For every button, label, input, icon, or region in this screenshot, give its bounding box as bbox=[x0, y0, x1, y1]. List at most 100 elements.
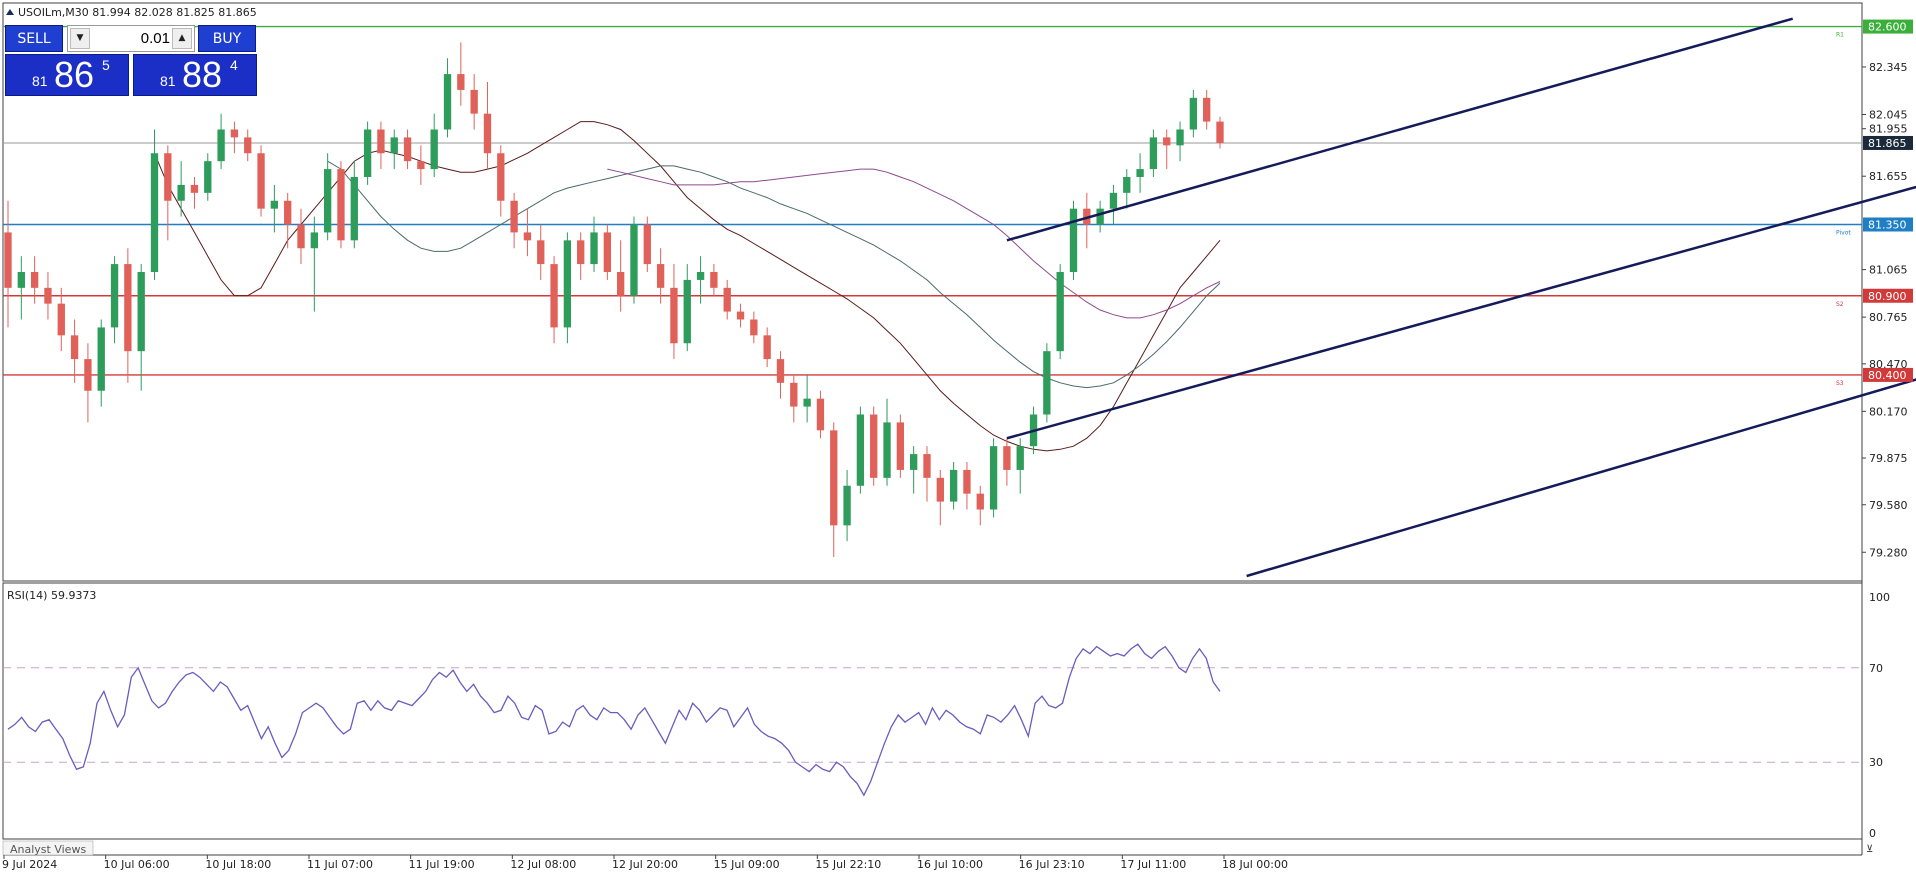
candle-body bbox=[417, 161, 425, 170]
candle-body bbox=[750, 319, 758, 336]
candle-body bbox=[1016, 446, 1024, 470]
candle-body bbox=[590, 232, 598, 265]
time-tick-label: 11 Jul 19:00 bbox=[409, 858, 475, 871]
time-tick-label: 10 Jul 06:00 bbox=[104, 858, 170, 871]
candle-body bbox=[257, 153, 265, 209]
ask-price-sup: 4 bbox=[230, 57, 238, 73]
candle-body bbox=[403, 137, 412, 162]
price-tick-label: 82.345 bbox=[1869, 61, 1908, 74]
candle-body bbox=[1056, 272, 1064, 352]
candle-body bbox=[976, 493, 984, 510]
candle-body bbox=[790, 382, 798, 407]
bid-price-box[interactable]: 81 86 5 bbox=[5, 54, 129, 96]
time-tick-label: 15 Jul 22:10 bbox=[815, 858, 881, 871]
price-tick-label: 81.065 bbox=[1869, 264, 1908, 277]
candle-body bbox=[150, 153, 159, 272]
candle-body bbox=[616, 272, 625, 296]
candle-body bbox=[483, 113, 492, 154]
current-price-label: 81.865 bbox=[1868, 137, 1907, 150]
candle-body bbox=[710, 272, 718, 288]
candle-body bbox=[537, 240, 545, 265]
buy-button[interactable]: BUY bbox=[198, 25, 256, 52]
candle-body bbox=[803, 398, 811, 407]
candle-body bbox=[870, 414, 878, 478]
candle-body bbox=[350, 177, 358, 241]
main-pane-frame bbox=[2, 2, 1863, 582]
candle-body bbox=[1096, 208, 1104, 225]
candle-body bbox=[1176, 129, 1184, 146]
candle-body bbox=[217, 129, 225, 162]
candle-body bbox=[457, 74, 465, 90]
level-tag: R1 bbox=[1836, 32, 1844, 39]
rsi-line bbox=[7, 643, 1221, 797]
chart[interactable]: 82.345 82.045 81.955 81.655 81.065 80.765 80.4… bbox=[0, 0, 1916, 874]
candle-body bbox=[763, 335, 771, 360]
time-tick-label: 12 Jul 20:00 bbox=[612, 858, 678, 871]
candle-body bbox=[470, 89, 478, 114]
level-tag: S3 bbox=[1836, 380, 1844, 387]
candle-body bbox=[949, 469, 958, 502]
time-tick-label: 15 Jul 09:00 bbox=[714, 858, 780, 871]
candle-body bbox=[70, 335, 79, 360]
price-tick-label: 81.655 bbox=[1869, 170, 1908, 183]
candle-body bbox=[696, 272, 705, 280]
lot-decrease-icon[interactable]: ▼ bbox=[70, 28, 90, 49]
candle-body bbox=[989, 446, 998, 510]
level-tag: S2 bbox=[1836, 301, 1844, 308]
candle-body bbox=[284, 200, 292, 225]
candle-body bbox=[443, 74, 452, 130]
time-tick-label: 17 Jul 11:00 bbox=[1120, 858, 1186, 871]
time-tick-label: 11 Jul 07:00 bbox=[307, 858, 373, 871]
candle-body bbox=[1069, 208, 1078, 272]
candle-body bbox=[723, 287, 731, 312]
price-tick-label: 80.170 bbox=[1869, 405, 1908, 418]
candle-body bbox=[630, 224, 638, 296]
candle-body bbox=[230, 129, 239, 138]
symbol-triangle-icon bbox=[6, 9, 14, 15]
candle-body bbox=[177, 184, 185, 201]
candle-body bbox=[244, 137, 252, 154]
bid-price-sup: 5 bbox=[102, 57, 110, 73]
price-tick-label: 82.045 bbox=[1869, 108, 1908, 121]
moving-average-1 bbox=[327, 160, 1221, 389]
lot-increase-icon[interactable]: ▲ bbox=[172, 28, 192, 49]
price-tick-label: 80.765 bbox=[1869, 311, 1908, 324]
candle-body bbox=[297, 224, 305, 249]
candle-body bbox=[830, 430, 838, 526]
candle-body bbox=[1203, 97, 1211, 122]
ask-price-big: 88 bbox=[182, 54, 223, 95]
candle-body bbox=[910, 454, 918, 470]
time-tick-label: 16 Jul 23:10 bbox=[1019, 858, 1085, 871]
candle-body bbox=[1123, 177, 1131, 193]
candle-body bbox=[1163, 137, 1171, 146]
candle-body bbox=[137, 272, 145, 352]
candle-body bbox=[670, 287, 678, 344]
candle-body bbox=[390, 137, 398, 154]
one-click-trading-panel: SELL ▼ ▲ BUY 81 86 5 81 88 4 bbox=[5, 25, 258, 96]
candle-body bbox=[323, 169, 332, 233]
candle-body bbox=[577, 240, 585, 265]
candle-body bbox=[936, 477, 944, 502]
candle-body bbox=[563, 240, 572, 328]
scroll-end-icon[interactable]: ⊻ bbox=[1866, 844, 1873, 855]
candle-body bbox=[550, 264, 558, 328]
level-price-label: 82.600 bbox=[1868, 21, 1907, 34]
lot-size-input[interactable] bbox=[92, 28, 170, 49]
ask-price-box[interactable]: 81 88 4 bbox=[133, 54, 257, 96]
time-tick-label: 12 Jul 08:00 bbox=[510, 858, 576, 871]
candle-body bbox=[1043, 351, 1051, 415]
candle-body bbox=[1149, 137, 1158, 170]
candle-body bbox=[1136, 169, 1144, 177]
price-tick-label: 81.955 bbox=[1869, 123, 1908, 136]
candle-body bbox=[270, 200, 279, 209]
rsi-axis-label: 30 bbox=[1869, 756, 1883, 769]
candle-body bbox=[603, 232, 612, 272]
channel-line-0[interactable] bbox=[1006, 17, 1794, 242]
candle-body bbox=[97, 327, 105, 391]
candle-body bbox=[1109, 192, 1118, 209]
candle-body bbox=[643, 224, 651, 265]
channel-line-2[interactable] bbox=[1246, 201, 1916, 578]
rsi-pane-frame bbox=[2, 582, 1863, 840]
candle-body bbox=[510, 200, 518, 233]
sell-button[interactable]: SELL bbox=[5, 25, 63, 52]
